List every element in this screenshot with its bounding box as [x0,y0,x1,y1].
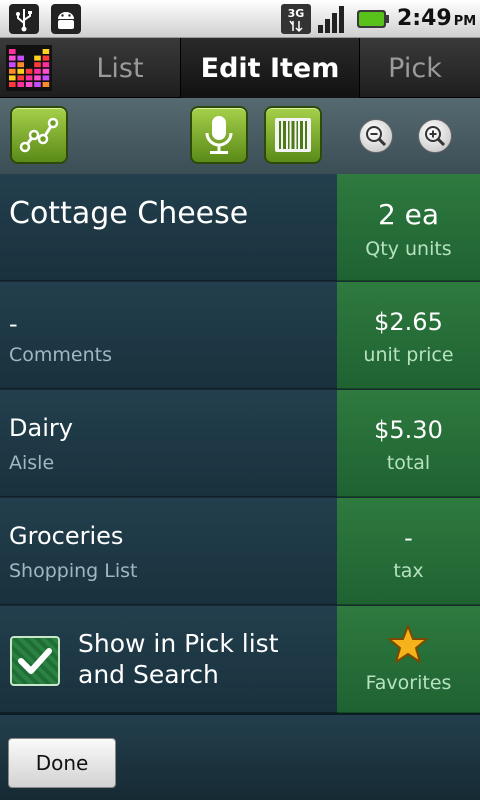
clock-time: 2:49 [397,6,452,31]
favorites-toggle[interactable]: Favorites [337,606,480,713]
aisle-value: Dairy [9,414,73,442]
logo-bar-segment [34,55,41,61]
quantity-field[interactable]: 2 ea Qty units [337,174,480,281]
app-screen: 3G 2:49 PM List Edit Item Pick Cottage C… [0,0,480,800]
android-debug-icon [51,4,81,34]
unit-price-label: unit price [363,344,454,366]
zoom-in-button[interactable] [418,119,452,153]
logo-bar-segment [9,55,16,61]
quantity-label: Qty units [365,238,452,260]
shopping-list-value: Groceries [9,522,124,550]
item-name: Cottage Cheese [9,196,249,231]
battery-icon [357,10,389,28]
comments-value: - [9,310,18,338]
logo-bar-segment [42,68,50,74]
logo-bar-segment [25,75,33,81]
favorites-label: Favorites [365,672,452,694]
show-in-pick-checkbox[interactable] [10,636,60,686]
show-in-pick-label: Show in Pick list and Search [78,628,328,690]
tab-list[interactable]: List [60,38,180,98]
total-value: $5.30 [374,416,443,444]
logo-bar-segment [25,82,33,87]
logo-bar-segment [42,49,50,54]
shopping-list-field[interactable]: Groceries Shopping List [0,498,337,605]
aisle-label: Aisle [9,452,55,474]
checkmark-icon [18,648,52,674]
logo-bar-segment [34,68,41,74]
total-field[interactable]: $5.30 total [337,390,480,497]
bottom-bar: Done [0,713,480,800]
3g-data-icon: 3G [281,4,311,34]
total-label: total [386,452,431,474]
logo-bar-segment [17,68,24,74]
logo-bar-segment [42,82,50,87]
show-in-pick-toggle[interactable]: Show in Pick list and Search [0,606,337,713]
logo-bar-segment [9,68,16,74]
comments-field[interactable]: - Comments [0,282,337,389]
zoom-in-icon [425,126,446,147]
tax-field[interactable]: - tax [337,498,480,605]
star-icon [388,625,428,663]
item-row-shopping-list: Groceries Shopping List - tax [0,498,480,606]
item-row-comments: - Comments $2.65 unit price [0,282,480,390]
logo-bar-segment [17,55,24,61]
clock: 2:49 PM [397,6,476,31]
item-name-field[interactable]: Cottage Cheese [0,174,337,281]
clock-ampm: PM [453,14,477,29]
logo-bar-segment [34,82,41,87]
signal-icon [318,6,344,33]
zoom-out-button[interactable] [359,119,393,153]
item-row-name: Cottage Cheese 2 ea Qty units [0,174,480,282]
graph-icon [19,117,59,153]
logo-bar-segment [17,82,24,87]
logo-bar-segment [9,75,16,81]
barcode-icon [275,118,311,152]
done-button[interactable]: Done [8,738,116,788]
unit-price-field[interactable]: $2.65 unit price [337,282,480,389]
tab-pick[interactable]: Pick [360,38,470,98]
comments-label: Comments [9,344,112,366]
show-in-pick-label-line1: Show in Pick list [78,629,279,658]
zoom-out-icon [366,126,387,147]
logo-bar-segment [42,75,50,81]
status-bar: 3G 2:49 PM [0,0,480,38]
logo-bar-segment [34,75,41,81]
item-row-aisle: Dairy Aisle $5.30 total [0,390,480,498]
voice-input-button[interactable] [190,106,248,164]
graph-button[interactable] [10,106,68,164]
logo-bar-segment [25,68,33,74]
tab-bar: List Edit Item Pick [0,38,480,98]
logo-bar-segment [42,62,50,68]
network-type-label: 3G [288,7,305,20]
logo-bar-segment [17,75,24,81]
logo-bar-segment [42,55,50,61]
tax-value: - [404,524,413,552]
barcode-scan-button[interactable] [264,106,322,164]
tab-edit-item[interactable]: Edit Item [180,38,360,98]
logo-bar-segment [34,62,41,68]
tax-label: tax [393,560,424,582]
logo-bar-segment [9,82,16,87]
unit-price-value: $2.65 [374,308,443,336]
aisle-field[interactable]: Dairy Aisle [0,390,337,497]
logo-bar-segment [9,62,16,68]
shopping-list-label: Shopping List [9,560,138,582]
quantity-value: 2 ea [377,198,440,231]
item-row-options: Show in Pick list and Search Favorites [0,606,480,714]
microphone-icon [205,116,233,154]
usb-icon [9,4,39,34]
show-in-pick-label-line2: and Search [78,660,219,689]
logo-bar-segment [17,62,24,68]
toolbar [0,98,480,174]
app-logo-icon[interactable] [6,45,52,91]
logo-bar-segment [9,49,16,54]
